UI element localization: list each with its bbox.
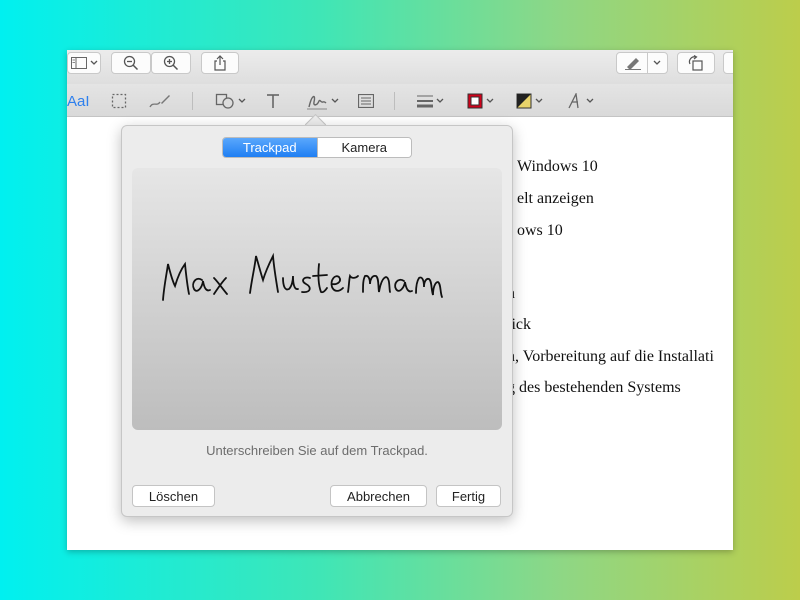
rectangular-selection-button[interactable] — [111, 91, 127, 111]
chevron-down-icon — [238, 98, 246, 103]
markup-toolbar-button[interactable] — [616, 52, 668, 74]
zoom-out-icon — [123, 55, 139, 71]
rotate-icon — [688, 55, 703, 71]
signature-source-control: Trackpad Kamera — [222, 137, 412, 158]
pen-icon — [624, 58, 641, 70]
clear-button[interactable]: Löschen — [132, 485, 215, 507]
tab-kamera[interactable]: Kamera — [316, 138, 411, 157]
signature-popover: Trackpad Kamera Unterschreiben Sie auf d… — [121, 125, 513, 517]
line-style-icon — [417, 95, 433, 108]
signature-pad[interactable] — [132, 168, 502, 430]
chevron-down-icon — [436, 98, 444, 103]
selection-icon — [111, 93, 127, 109]
toolbar-separator — [394, 92, 395, 110]
document-line: n — [507, 285, 733, 303]
chevron-down-icon — [586, 98, 594, 103]
chevron-down-icon — [486, 98, 494, 103]
cancel-button[interactable]: Abbrechen — [330, 485, 427, 507]
note-button[interactable] — [358, 91, 374, 111]
shapes-icon — [215, 93, 234, 109]
signature-hint: Unterschreiben Sie auf dem Trackpad. — [206, 443, 428, 458]
done-button[interactable]: Fertig — [436, 485, 501, 507]
sidebar-toggle-button[interactable] — [67, 52, 101, 74]
text-tool-button[interactable] — [266, 91, 280, 111]
border-color-button[interactable] — [467, 91, 494, 111]
document-line: n, Vorbereitung auf die Installati — [507, 348, 714, 365]
sketch-icon — [149, 95, 170, 108]
document-line: elt anzeigen — [517, 190, 594, 207]
main-toolbar — [67, 50, 733, 84]
fill-color-icon — [516, 93, 532, 109]
tab-trackpad[interactable]: Trackpad — [223, 138, 317, 157]
markup-toolbar: AaI — [67, 84, 733, 117]
document-line: g des bestehenden Systems — [507, 379, 681, 396]
rotate-button[interactable] — [677, 52, 715, 74]
signature-icon — [307, 95, 327, 110]
note-icon — [358, 94, 374, 108]
chevron-down-icon — [535, 98, 543, 103]
document-line: Windows 10 — [517, 158, 598, 175]
document-line: ows 10 — [517, 222, 563, 239]
sidebar-icon — [70, 57, 87, 69]
zoom-out-button[interactable] — [111, 52, 151, 74]
chevron-down-icon — [331, 98, 339, 103]
handwritten-signature — [162, 252, 443, 301]
sketch-button[interactable] — [149, 91, 171, 111]
zoom-in-icon — [163, 55, 179, 71]
share-icon — [214, 55, 226, 71]
font-icon — [568, 93, 579, 109]
document-line: lick — [507, 316, 531, 333]
fill-color-button[interactable] — [516, 91, 543, 111]
search-button[interactable] — [723, 52, 733, 74]
font-button[interactable] — [567, 91, 594, 111]
share-button[interactable] — [201, 52, 239, 74]
text-icon — [267, 94, 279, 108]
chevron-down-icon — [90, 60, 97, 65]
zoom-in-button[interactable] — [151, 52, 191, 74]
toolbar-separator — [192, 92, 193, 110]
border-color-icon — [467, 93, 483, 109]
text-style-button[interactable]: AaI — [67, 91, 90, 111]
line-style-button[interactable] — [417, 91, 444, 111]
shapes-button[interactable] — [215, 91, 246, 111]
chevron-down-icon — [653, 60, 660, 65]
signature-button[interactable] — [306, 91, 339, 111]
